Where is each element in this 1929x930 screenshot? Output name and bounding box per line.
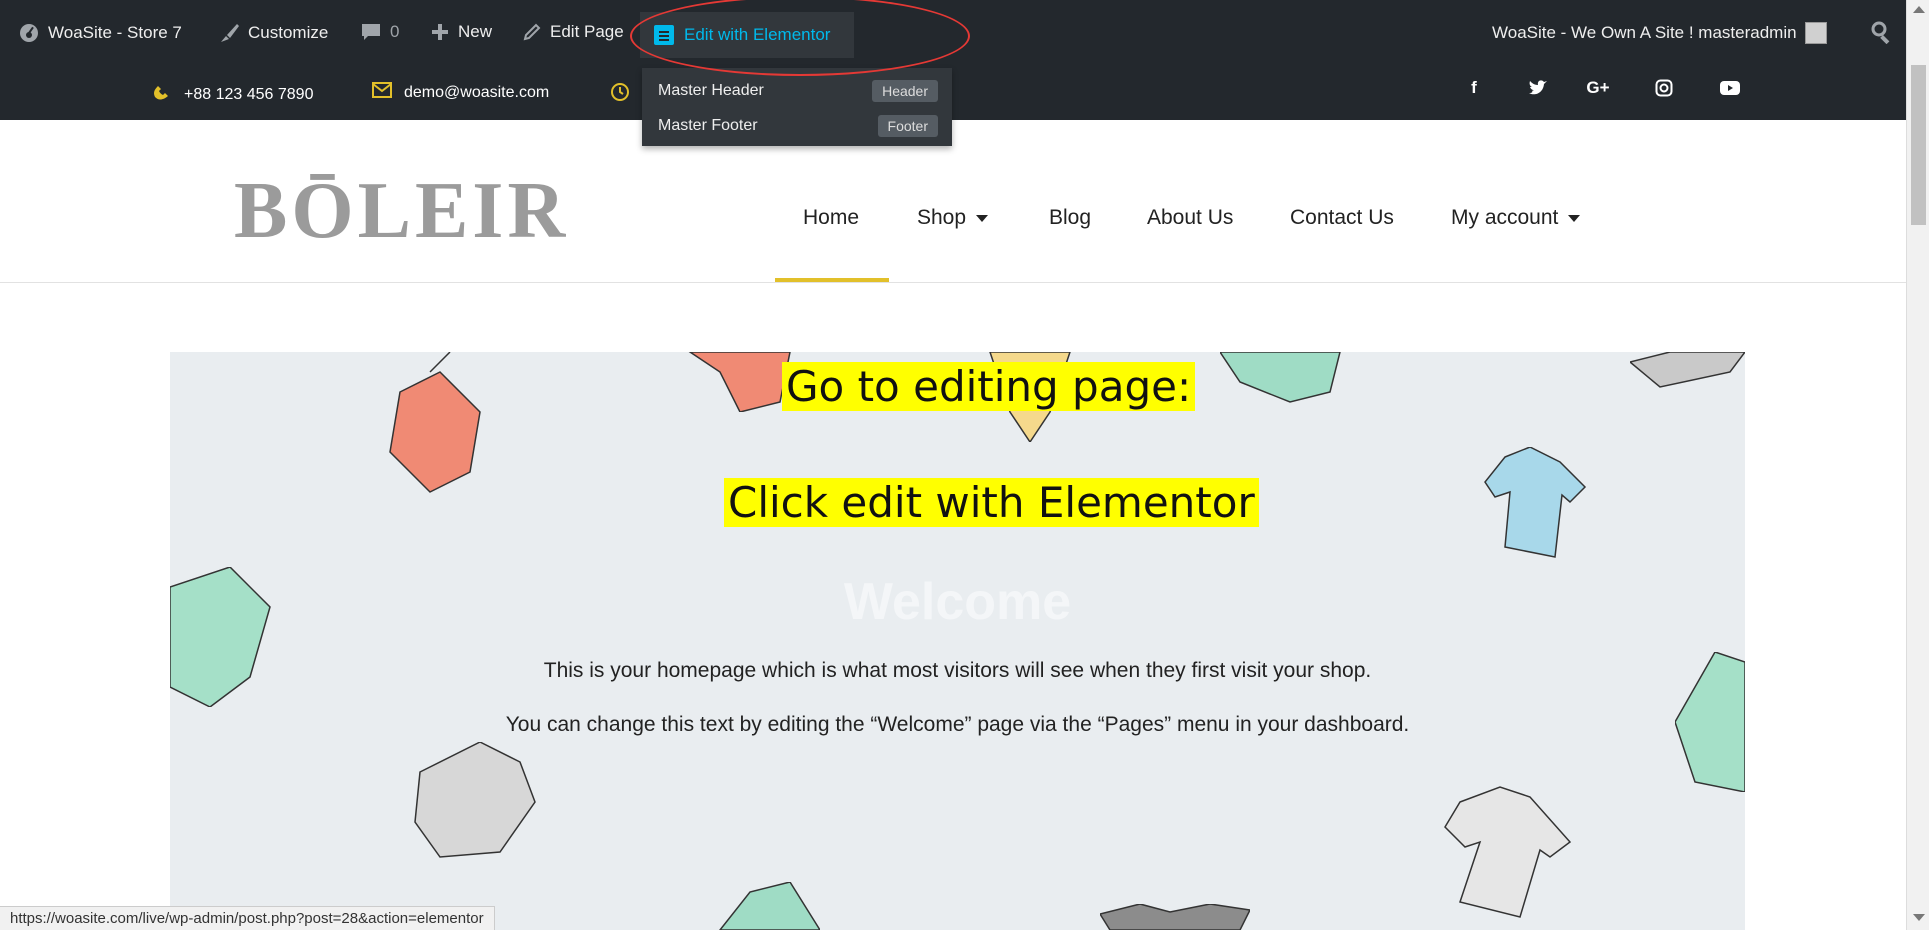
jacket-illustration bbox=[719, 882, 820, 930]
edit-page-label: Edit Page bbox=[550, 22, 624, 41]
welcome-text-1: This is your homepage which is what most… bbox=[543, 659, 1372, 682]
jacket-illustration bbox=[1630, 352, 1745, 388]
phone-number: +88 123 456 7890 bbox=[184, 85, 314, 103]
instagram-icon[interactable] bbox=[1652, 76, 1676, 100]
nav-item-about-us[interactable]: About Us bbox=[1147, 206, 1233, 230]
nav-item-my-account[interactable]: My account bbox=[1451, 206, 1581, 230]
phone-item: +88 123 456 7890 bbox=[152, 82, 313, 107]
admin-site-link[interactable]: WoaSite - Store 7 bbox=[18, 22, 182, 44]
pencil-icon bbox=[522, 22, 542, 42]
scrollbar-thumb[interactable] bbox=[1911, 65, 1926, 225]
edit-with-elementor-label: Edit with Elementor bbox=[684, 25, 831, 44]
edit-with-elementor-button[interactable]: Edit with Elementor bbox=[640, 12, 854, 58]
sunglasses-illustration bbox=[1100, 904, 1250, 930]
nav-item-label: About Us bbox=[1147, 206, 1234, 229]
nav-item-contact-us[interactable]: Contact Us bbox=[1290, 206, 1394, 230]
avatar bbox=[1804, 22, 1827, 44]
twitter-icon[interactable] bbox=[1526, 76, 1550, 100]
dropdown-item-label: Master Header bbox=[658, 82, 764, 99]
tshirt-illustration bbox=[1444, 786, 1572, 918]
dropdown-item-master-header[interactable]: Master Header Header bbox=[658, 76, 938, 106]
browser-page: WoaSite - Store 7 Customize 0 New Edit P… bbox=[0, 0, 1929, 930]
admin-search-button[interactable] bbox=[1870, 20, 1894, 44]
elementor-dropdown-menu: Master Header Header Master Footer Foote… bbox=[642, 68, 952, 146]
comment-icon bbox=[360, 22, 382, 42]
hoodie-illustration bbox=[389, 352, 481, 493]
email-address: demo@woasite.com bbox=[404, 83, 550, 101]
hoodie-illustration bbox=[414, 742, 536, 858]
scroll-up-arrow-icon[interactable] bbox=[1913, 6, 1925, 13]
youtube-icon[interactable] bbox=[1718, 76, 1742, 100]
phone-icon bbox=[152, 82, 172, 107]
my-account-link[interactable]: WoaSite - We Own A Site ! masteradmin bbox=[1492, 22, 1827, 44]
welcome-text-2: You can change this text by editing the … bbox=[505, 713, 1410, 736]
header-divider bbox=[0, 282, 1906, 283]
contact-topbar: +88 123 456 7890 demo@woasite.com bbox=[0, 68, 1906, 120]
caret-down-icon bbox=[1568, 214, 1581, 222]
dashboard-icon bbox=[18, 22, 40, 44]
wp-admin-bar: WoaSite - Store 7 Customize 0 New Edit P… bbox=[0, 0, 1906, 68]
customize-label: Customize bbox=[248, 23, 329, 42]
tutorial-annotation-step: Go to editing page: bbox=[782, 362, 1196, 411]
jacket-illustration bbox=[1220, 352, 1341, 403]
dropdown-item-master-footer[interactable]: Master Footer Footer bbox=[658, 111, 938, 141]
nav-item-label: Home bbox=[803, 206, 860, 229]
brush-icon bbox=[218, 22, 240, 44]
comments-count: 0 bbox=[390, 22, 400, 41]
main-navigation: Home Shop Blog About Us Contact Us My ac… bbox=[0, 206, 1906, 236]
scroll-down-arrow-icon[interactable] bbox=[1913, 914, 1925, 921]
dropdown-item-label: Master Footer bbox=[658, 117, 758, 134]
nav-item-label: Blog bbox=[1049, 206, 1092, 229]
new-content-link[interactable]: New bbox=[430, 22, 492, 42]
nav-item-blog[interactable]: Blog bbox=[1049, 206, 1091, 230]
nav-item-label: Contact Us bbox=[1290, 206, 1394, 229]
elementor-icon bbox=[654, 25, 674, 45]
browser-status-bar: https://woasite.com/live/wp-admin/post.p… bbox=[0, 906, 495, 930]
google-plus-icon[interactable]: G+ bbox=[1586, 76, 1610, 100]
polo-shirt-illustration bbox=[1484, 447, 1587, 558]
page-scrollbar[interactable] bbox=[1906, 0, 1929, 930]
hours-item bbox=[610, 82, 630, 107]
comments-link[interactable]: 0 bbox=[360, 22, 399, 42]
nav-item-shop[interactable]: Shop bbox=[917, 206, 989, 230]
nav-item-label: Shop bbox=[917, 206, 967, 229]
tutorial-annotation-instruction: Click edit with Elementor bbox=[724, 478, 1259, 527]
caret-down-icon bbox=[976, 214, 989, 222]
nav-item-label: My account bbox=[1451, 206, 1559, 229]
facebook-icon[interactable]: f bbox=[1462, 76, 1486, 100]
account-greeting: WoaSite - We Own A Site ! masteradmin bbox=[1492, 23, 1797, 42]
welcome-hero: Go to editing page: Click edit with Elem… bbox=[170, 352, 1745, 930]
nav-item-home[interactable]: Home bbox=[803, 206, 859, 230]
edit-page-link[interactable]: Edit Page bbox=[522, 22, 624, 42]
site-name: WoaSite - Store 7 bbox=[48, 23, 182, 42]
plus-icon bbox=[430, 22, 450, 42]
envelope-icon bbox=[372, 82, 392, 103]
welcome-heading: Welcome bbox=[843, 573, 1072, 631]
email-item[interactable]: demo@woasite.com bbox=[372, 82, 549, 103]
hover-url: https://woasite.com/live/wp-admin/post.p… bbox=[10, 910, 484, 927]
new-label: New bbox=[458, 22, 493, 41]
customize-link[interactable]: Customize bbox=[218, 22, 328, 44]
search-icon bbox=[1870, 20, 1894, 44]
template-type-badge: Footer bbox=[877, 115, 938, 137]
template-type-badge: Header bbox=[872, 80, 938, 102]
clock-icon bbox=[610, 82, 630, 107]
